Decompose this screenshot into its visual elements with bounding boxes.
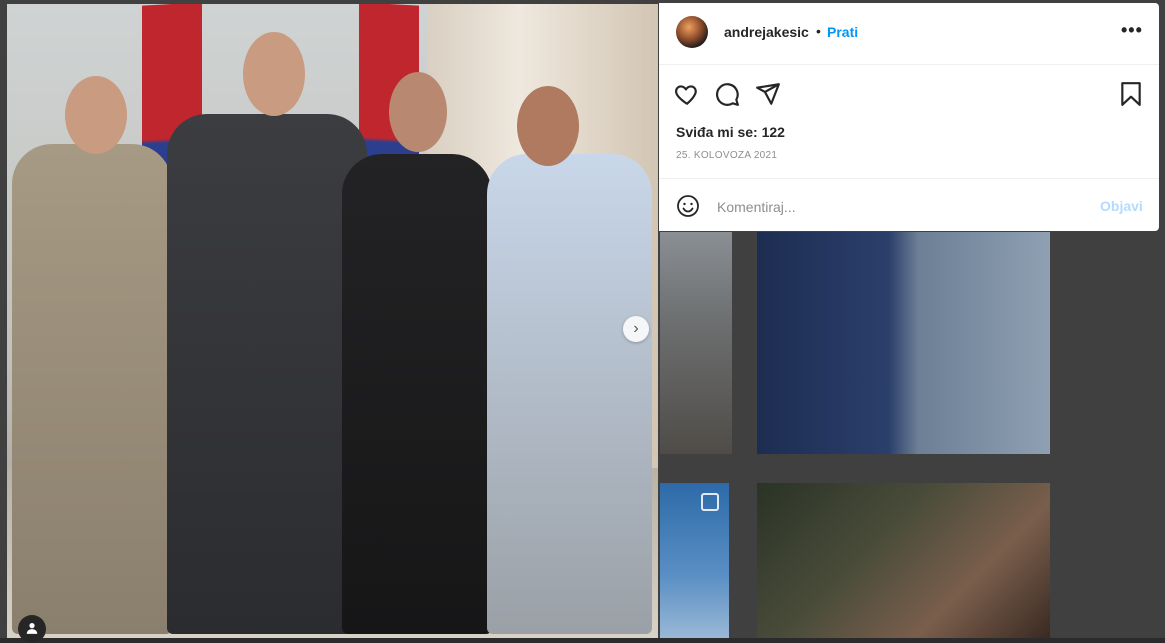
heart-icon: [675, 85, 697, 105]
person-head: [65, 76, 127, 154]
like-count[interactable]: Sviđa mi se: 122: [676, 124, 785, 140]
person: [487, 154, 652, 634]
grid-post-thumbnail[interactable]: [757, 232, 1050, 454]
save-button[interactable]: [1118, 81, 1146, 109]
user-tag-icon: [26, 623, 38, 634]
share-button[interactable]: [755, 81, 783, 109]
grid-post-thumbnail[interactable]: [660, 483, 729, 638]
person-head: [243, 32, 305, 116]
emoji-button[interactable]: [676, 194, 702, 220]
comment-icon: [716, 83, 739, 106]
username-link[interactable]: andrejakesic: [724, 24, 809, 40]
chevron-right-icon: ›: [633, 320, 639, 337]
separator-dot: •: [816, 23, 821, 39]
bookmark-icon: [1121, 82, 1141, 106]
grid-post-thumbnail[interactable]: [660, 232, 732, 454]
multiple-posts-icon: [701, 493, 719, 511]
post-photo: [7, 4, 658, 638]
comment-button[interactable]: [714, 81, 742, 109]
post-details-panel: andrejakesic • Prati ••• Sviđa mi se: 12…: [659, 3, 1159, 231]
person-head: [389, 72, 447, 152]
person: [342, 154, 492, 634]
person: [167, 114, 367, 634]
like-button[interactable]: [674, 81, 702, 109]
post-date: 25. KOLOVOZA 2021: [676, 150, 778, 161]
person: [12, 144, 172, 634]
user-tags-button[interactable]: [18, 615, 46, 643]
comment-bar: Objavi: [659, 178, 1159, 232]
grid-post-thumbnail[interactable]: [757, 483, 1050, 638]
follow-button[interactable]: Prati: [827, 24, 858, 40]
person-head: [517, 86, 579, 166]
post-comment-button[interactable]: Objavi: [1100, 198, 1143, 214]
avatar[interactable]: [676, 16, 708, 48]
post-header: andrejakesic • Prati •••: [659, 3, 1159, 65]
comment-input[interactable]: [715, 194, 1089, 220]
more-options-button[interactable]: •••: [1121, 20, 1143, 41]
post-actions: [659, 69, 1159, 119]
carousel-next-button[interactable]: ›: [623, 316, 649, 342]
emoji-icon: [677, 195, 699, 217]
share-icon: [756, 83, 780, 105]
